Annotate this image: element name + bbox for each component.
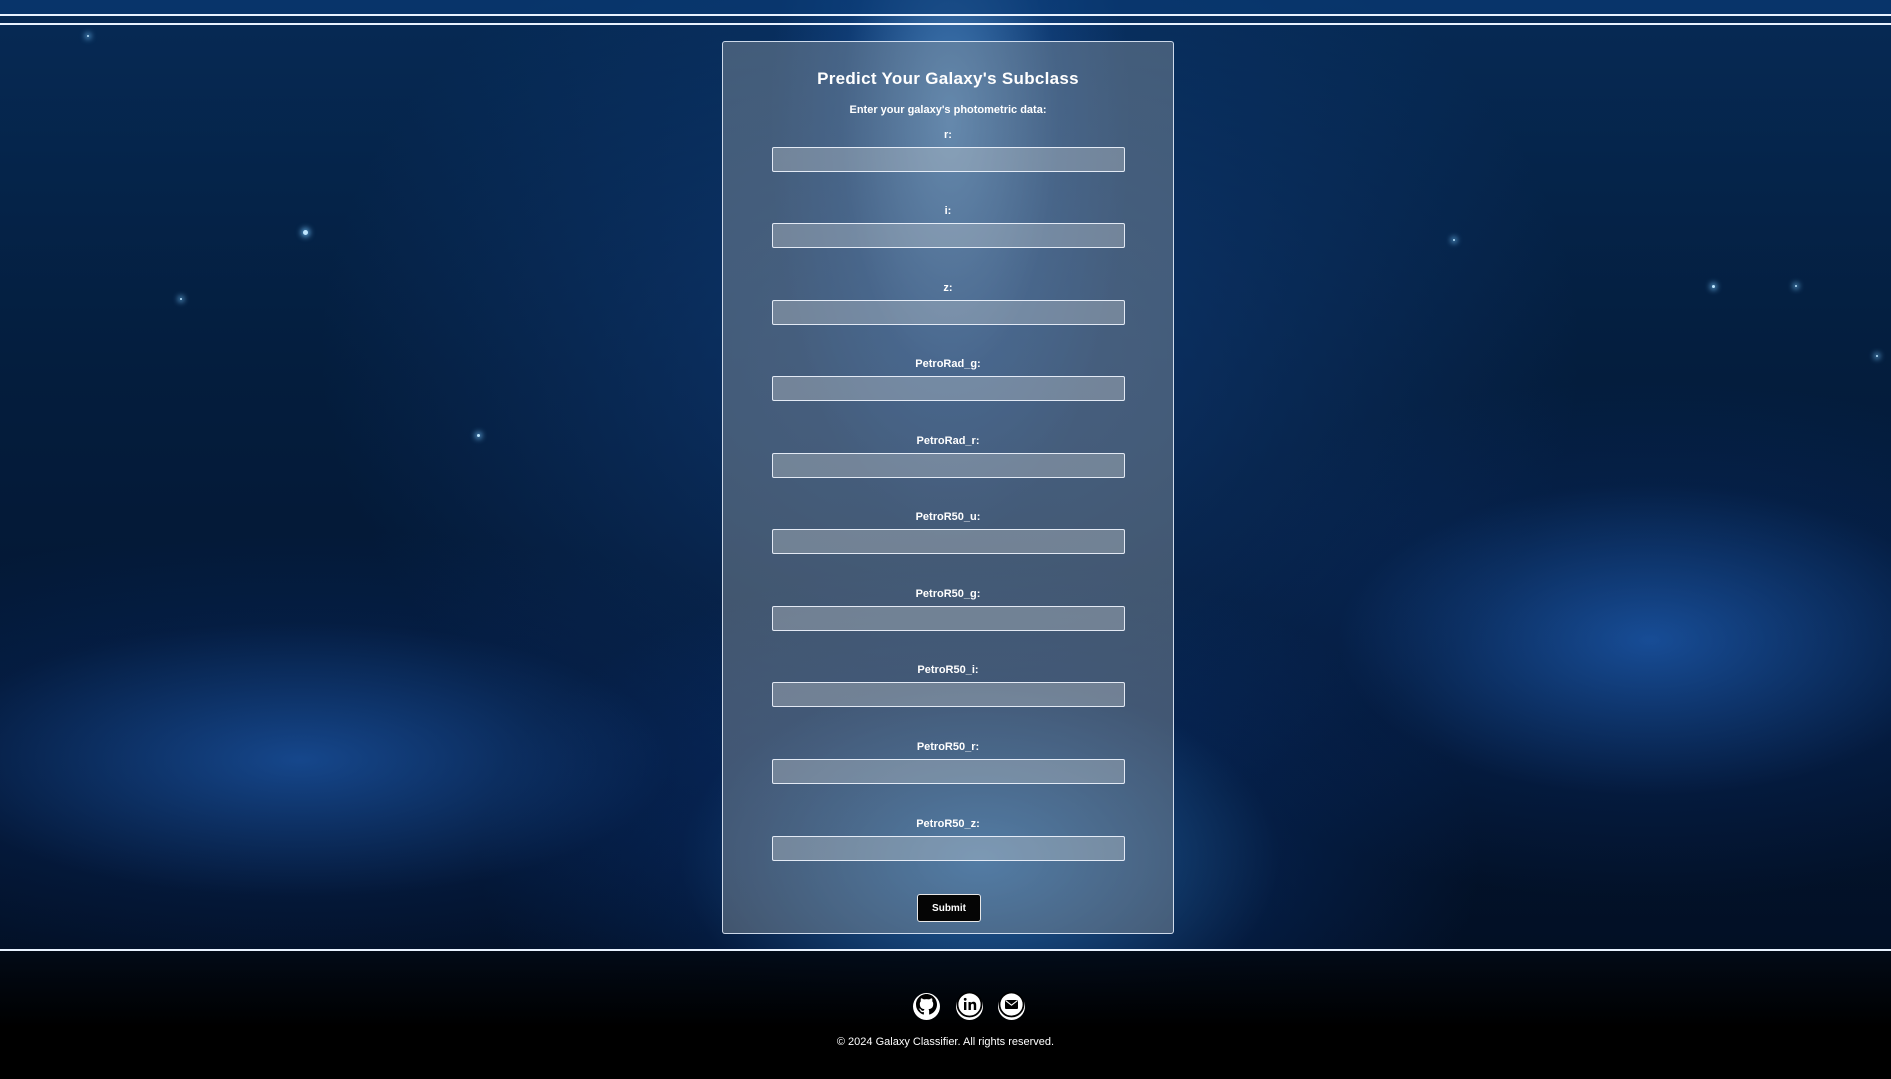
- star: [477, 434, 480, 437]
- star: [1876, 355, 1878, 357]
- input-petror50-u[interactable]: [772, 529, 1125, 554]
- label-z: z:: [943, 282, 953, 294]
- top-divider: [0, 23, 1891, 25]
- email-icon: [998, 991, 1025, 1023]
- form-subtitle: Enter your galaxy's photometric data:: [849, 104, 1047, 116]
- star: [1712, 285, 1715, 288]
- label-petror50-z: PetroR50_z:: [916, 818, 980, 830]
- label-petror50-u: PetroR50_u:: [915, 511, 981, 523]
- star: [87, 35, 89, 37]
- input-petror50-z[interactable]: [772, 836, 1125, 861]
- star: [303, 230, 308, 235]
- input-z[interactable]: [772, 300, 1125, 325]
- label-i: i:: [944, 205, 952, 217]
- form-title: Predict Your Galaxy's Subclass: [817, 69, 1079, 88]
- star: [1453, 239, 1455, 241]
- label-petror50-i: PetroR50_i:: [917, 664, 979, 676]
- label-petror50-g: PetroR50_g:: [915, 588, 981, 600]
- input-petror50-g[interactable]: [772, 606, 1125, 631]
- linkedin-icon: [956, 991, 983, 1023]
- input-i[interactable]: [772, 223, 1125, 248]
- label-petrorad-g: PetroRad_g:: [915, 358, 981, 370]
- input-petror50-r[interactable]: [772, 759, 1125, 784]
- label-petror50-r: PetroR50_r:: [916, 741, 980, 753]
- copyright-text: © 2024 Galaxy Classifier. All rights res…: [836, 1036, 1055, 1048]
- top-bar: [0, 0, 1891, 16]
- email-link[interactable]: [998, 991, 1025, 1023]
- github-icon: [916, 993, 937, 1020]
- prediction-form: Predict Your Galaxy's Subclass Enter you…: [722, 41, 1174, 934]
- label-r: r:: [944, 129, 952, 141]
- input-petrorad-r[interactable]: [772, 453, 1125, 478]
- input-petror50-i[interactable]: [772, 682, 1125, 707]
- github-link[interactable]: [913, 993, 940, 1020]
- input-r[interactable]: [772, 147, 1125, 172]
- footer: [0, 951, 1891, 1079]
- label-petrorad-r: PetroRad_r:: [916, 435, 980, 447]
- submit-button[interactable]: Submit: [917, 894, 981, 922]
- linkedin-link[interactable]: [956, 991, 983, 1023]
- star: [1795, 285, 1797, 287]
- star: [180, 298, 182, 300]
- input-petrorad-g[interactable]: [772, 376, 1125, 401]
